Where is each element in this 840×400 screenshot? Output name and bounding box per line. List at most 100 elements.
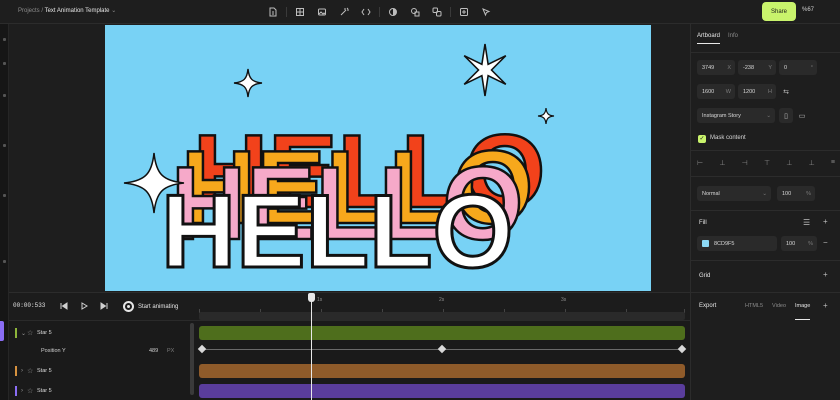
ruler-label: 3s [561,297,567,303]
playhead[interactable] [311,293,312,400]
rail-dot-icon[interactable] [3,38,6,41]
top-bar: Projects / Text Animation Template ⌄ Sha… [0,0,840,24]
share-button[interactable]: Share [762,2,796,21]
panel-divider [691,210,840,211]
component-icon[interactable] [453,4,475,20]
skip-forward-icon[interactable] [97,299,111,313]
layer-color-marker [15,328,17,338]
opacity-field[interactable]: 100 % [777,186,815,201]
align-left-icon[interactable]: ⊢ [697,159,703,167]
export-tab-image[interactable]: Image [795,303,811,320]
property-row[interactable]: Position Y 489 PX [9,342,189,360]
code-icon[interactable] [355,4,377,20]
export-tab-video[interactable]: Video [772,303,786,320]
add-icon[interactable]: + [823,301,828,310]
remove-icon[interactable]: − [823,238,828,247]
preset-value: Instagram Story [702,113,741,119]
rail-dot-icon[interactable] [3,194,6,197]
height-field[interactable]: 1200 H [738,84,776,99]
layer-track-bar[interactable] [199,384,685,398]
x-field[interactable]: 3749 X [697,60,735,75]
rail-dot-icon[interactable] [3,144,6,147]
swap-dimensions-icon[interactable]: ⇆ [779,84,793,99]
start-animating-button[interactable]: Start animating [123,299,178,314]
scrub-track[interactable] [199,312,685,320]
blend-mode-select[interactable]: Normal ⌄ [697,186,771,201]
record-icon [123,301,134,312]
toolbar-divider [379,7,380,17]
panel-divider [691,150,840,151]
align-bottom-icon[interactable]: ⊥ [809,159,815,167]
height-value: 1200 [743,89,756,95]
project-name[interactable]: Text Animation Template [45,8,110,14]
mask-icon[interactable] [382,4,404,20]
keyframe[interactable] [197,344,207,354]
burst-star-icon[interactable] [464,44,506,96]
property-value[interactable]: 489 [149,348,158,354]
width-field[interactable]: 1600 W [697,84,735,99]
y-unit: Y [768,65,772,71]
styles-icon[interactable]: ☰ [803,218,810,227]
keyframe[interactable] [677,344,687,354]
layer-row[interactable]: ⌄ ☆ Star 5 [9,324,189,342]
portrait-orientation-icon[interactable]: ▯ [779,108,793,123]
chevron-down-icon[interactable]: ⌄ [111,8,116,14]
image-icon[interactable] [311,4,333,20]
start-animating-label: Start animating [138,303,179,310]
breadcrumb-projects[interactable]: Projects [18,8,40,14]
preset-select[interactable]: Instagram Story ⌄ [697,108,775,123]
fill-opacity-field[interactable]: 100 % [781,236,817,251]
layer-track-bar[interactable] [199,326,685,340]
shape-icon[interactable] [404,4,426,20]
mask-content-checkbox[interactable]: ✓ [698,135,706,143]
panel-divider [691,176,840,177]
panel-divider [691,260,840,261]
cursor-icon[interactable] [475,4,497,20]
file-icon[interactable] [262,4,284,20]
layer-color-marker [15,366,17,376]
layer-track-bar[interactable] [199,364,685,378]
fill-swatch[interactable] [702,240,709,247]
layer-name: Star 5 [37,330,52,336]
frame-icon[interactable] [289,4,311,20]
toolbar [262,4,497,20]
link-icon[interactable] [426,4,448,20]
align-right-icon[interactable]: ⊣ [742,159,748,167]
rail-dot-icon[interactable] [3,62,6,65]
align-top-icon[interactable]: ⊤ [764,159,770,167]
align-middle-icon[interactable]: ⊥ [786,159,792,167]
panel-divider [691,52,840,53]
rotation-field[interactable]: 0 ° [779,60,817,75]
distribute-icon[interactable]: ≡ [831,159,835,167]
y-field[interactable]: -238 Y [738,60,776,75]
rotation-unit: ° [810,65,813,71]
rail-dot-icon[interactable] [3,260,6,263]
sparkle-star-icon[interactable] [234,69,262,97]
export-tab-html5[interactable]: HTML5 [745,303,763,320]
star-icon: ☆ [27,388,34,395]
layer-row[interactable]: › ☆ Star 5 [9,382,189,400]
artboard[interactable]: HELLO HELLO HELLO HELLO [105,25,651,291]
zoom-level[interactable]: %67 [802,7,814,13]
add-icon[interactable]: + [823,270,828,279]
fill-opacity-value: 100 [786,241,796,247]
keyframe[interactable] [437,344,447,354]
chevron-down-icon: ⌄ [762,191,767,197]
magic-wand-icon[interactable] [333,4,355,20]
rail-dot-icon[interactable] [3,94,6,97]
playhead-handle[interactable] [308,293,315,302]
timeline-scrollbar[interactable] [190,323,194,395]
tab-artboard[interactable]: Artboard [697,33,721,44]
chevron-down-icon: ⌄ [766,113,771,119]
toolbar-divider [450,7,451,17]
skip-back-icon[interactable] [57,299,71,313]
play-icon[interactable] [77,299,91,313]
align-center-h-icon[interactable]: ⊥ [719,159,725,167]
tab-info[interactable]: Info [728,33,738,44]
alignment-row: ⊢ ⊥ ⊣ ⊤ ⊥ ⊥ ≡ [697,159,835,167]
star-icon: ☆ [27,330,34,337]
landscape-orientation-icon[interactable]: ▭ [795,108,809,123]
fill-color-field[interactable]: 8CD9F5 [697,236,777,251]
add-icon[interactable]: + [823,217,828,226]
layer-row[interactable]: › ☆ Star 5 [9,362,189,380]
